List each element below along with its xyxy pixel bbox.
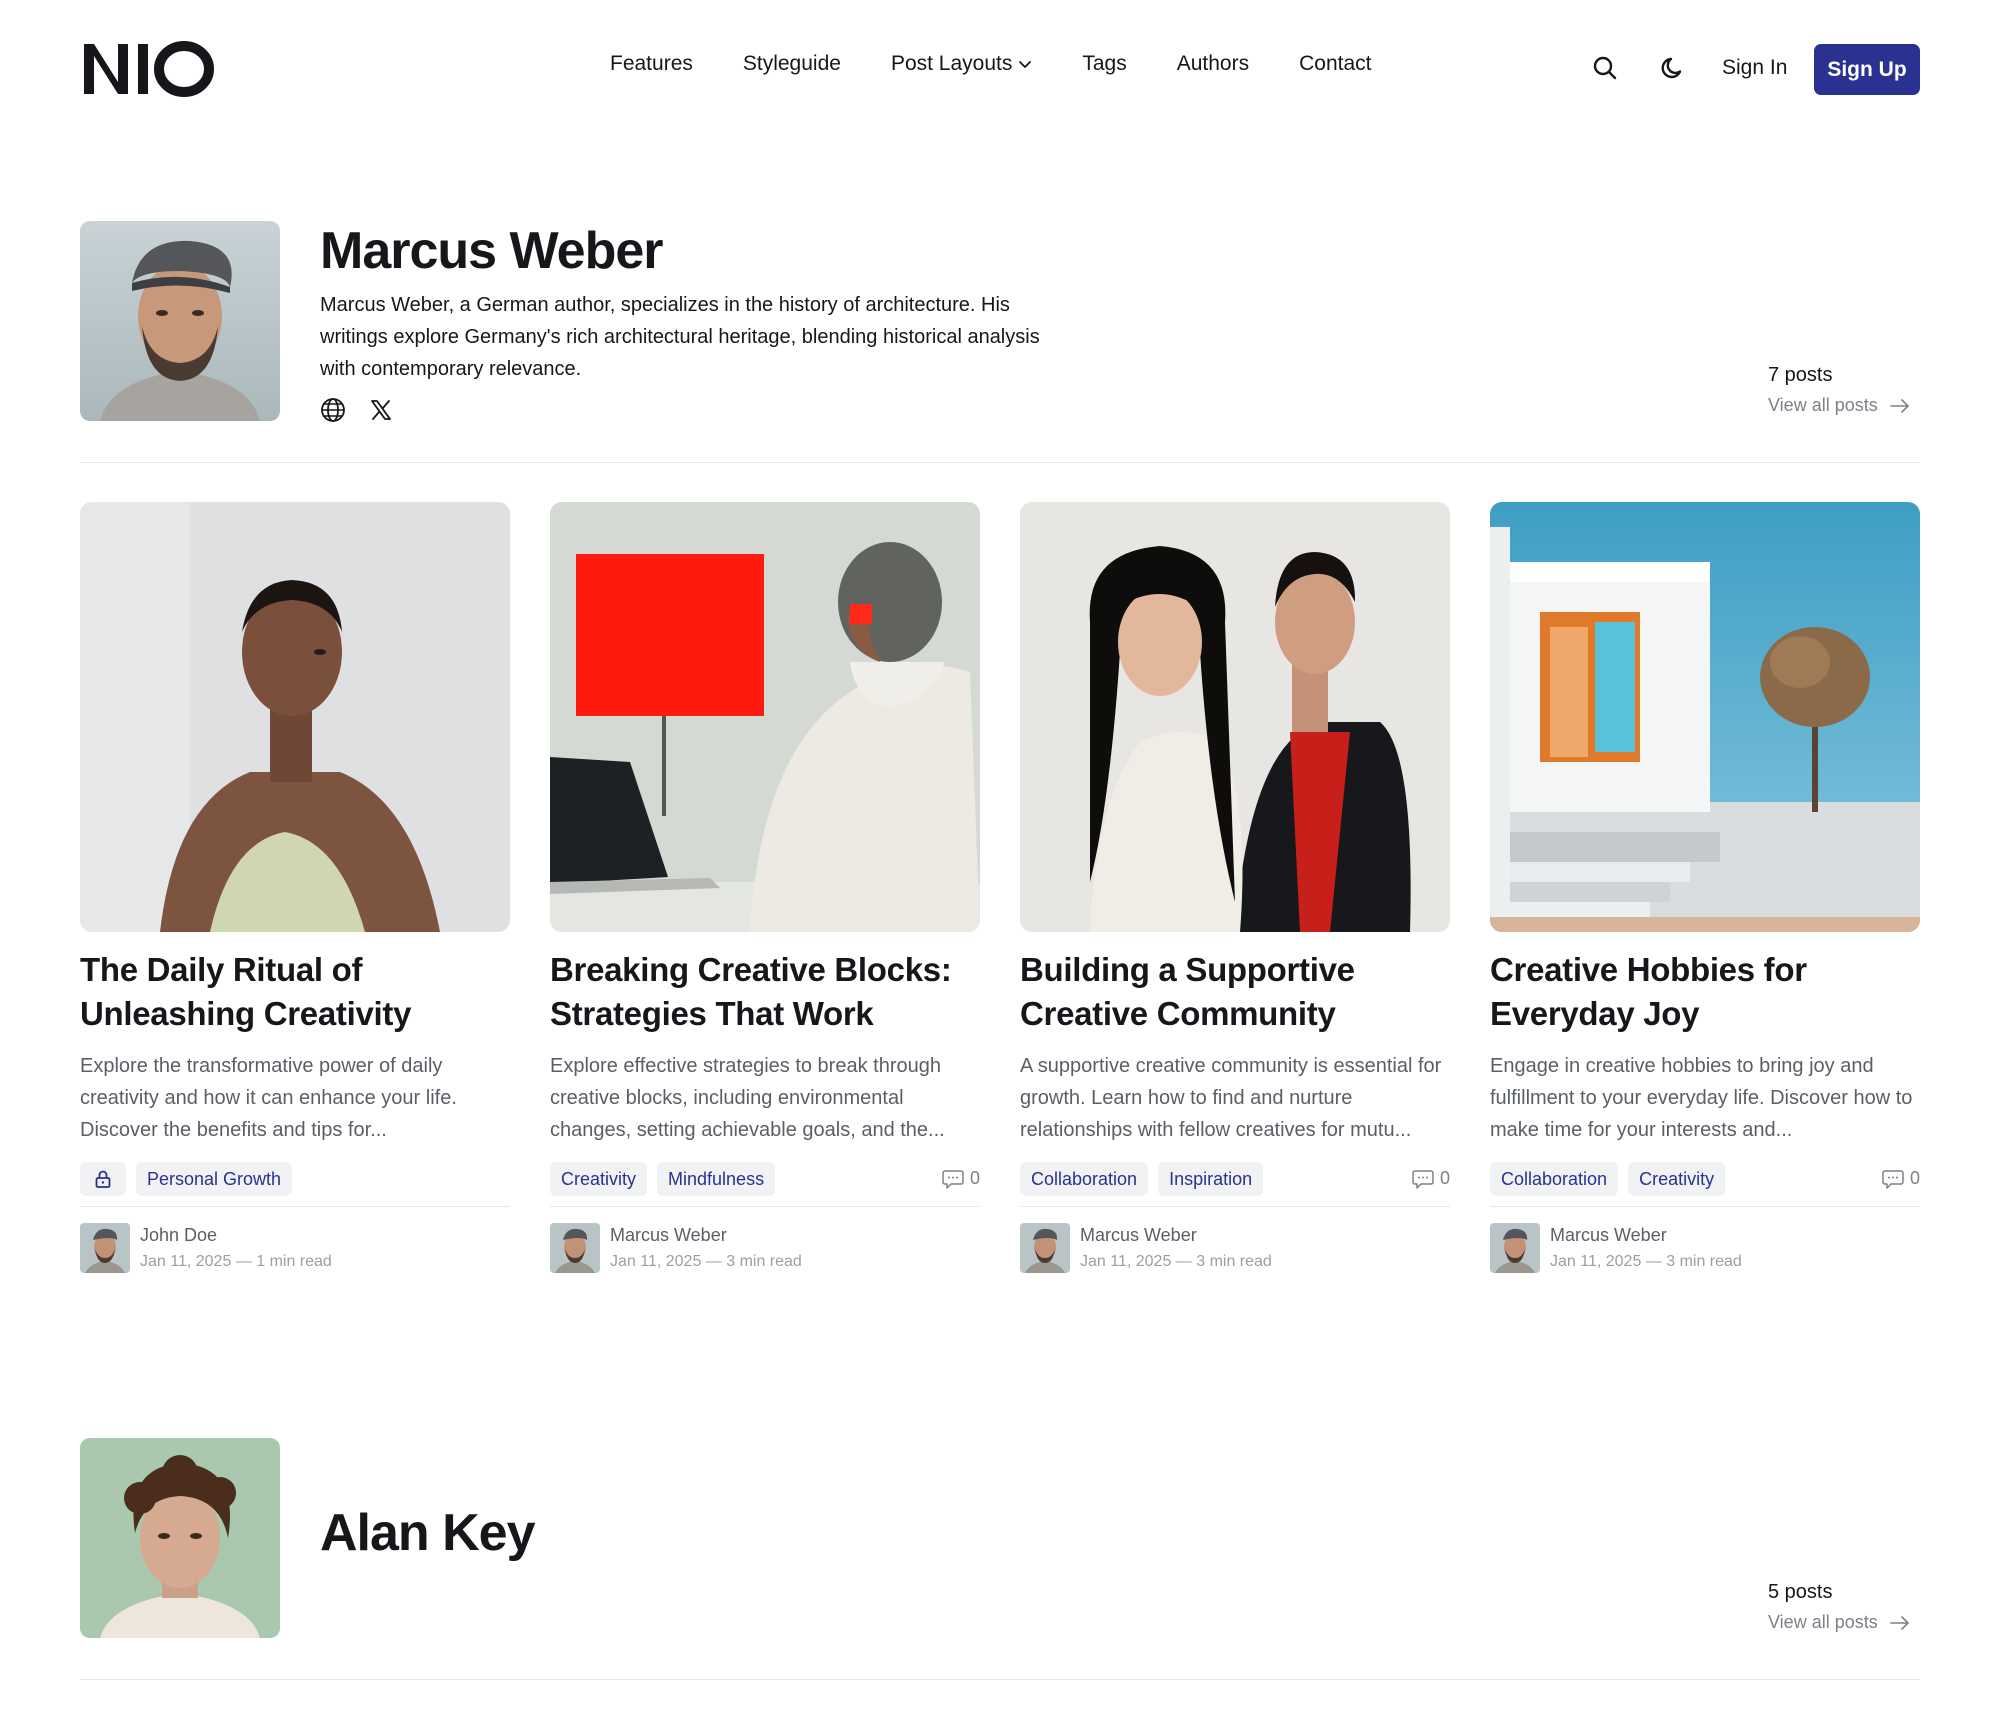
comment-count-value: 0 bbox=[1439, 1168, 1450, 1188]
post-date-readtime: Jan 11, 2025 — 3 min read bbox=[1550, 1253, 1742, 1270]
sign-in-link[interactable]: Sign In bbox=[1722, 56, 1787, 80]
post-author: Marcus Weber Jan 11, 2025 — 3 min read bbox=[550, 1223, 980, 1273]
section-divider bbox=[80, 1679, 1920, 1680]
nav-post-layouts[interactable]: Post Layouts bbox=[891, 52, 1032, 76]
post-meta-row: Creativity Mindfulness 0 bbox=[550, 1162, 980, 1207]
author-avatar-small[interactable] bbox=[550, 1223, 600, 1273]
post-date-readtime: Jan 11, 2025 — 3 min read bbox=[610, 1253, 802, 1270]
post-card: Building a Supportive Creative Community… bbox=[1020, 502, 1450, 1273]
nav-authors[interactable]: Authors bbox=[1177, 52, 1249, 76]
comment-count[interactable]: 0 bbox=[1412, 1168, 1450, 1189]
sign-up-button[interactable]: Sign Up bbox=[1814, 44, 1920, 95]
post-image[interactable] bbox=[1490, 502, 1920, 932]
arrow-right-icon bbox=[1889, 398, 1909, 413]
dark-mode-moon-icon[interactable] bbox=[1660, 55, 1686, 81]
chevron-down-icon bbox=[1019, 61, 1032, 68]
post-author: Marcus Weber Jan 11, 2025 — 3 min read bbox=[1020, 1223, 1450, 1273]
nav-contact-label: Contact bbox=[1299, 52, 1372, 75]
globe-icon[interactable] bbox=[320, 397, 346, 423]
comment-count-value: 0 bbox=[1909, 1168, 1920, 1188]
author-avatar[interactable] bbox=[80, 221, 280, 421]
tag-inspiration[interactable]: Inspiration bbox=[1158, 1162, 1264, 1196]
post-card: Creative Hobbies for Everyday Joy Engage… bbox=[1490, 502, 1920, 1273]
comment-icon bbox=[942, 1169, 964, 1189]
post-tags: Personal Growth bbox=[80, 1162, 293, 1196]
tag-creativity[interactable]: Creativity bbox=[550, 1162, 648, 1196]
nav-authors-label: Authors bbox=[1176, 52, 1250, 75]
section-divider bbox=[80, 462, 1920, 463]
post-author-name[interactable]: John Doe bbox=[140, 1225, 217, 1246]
site-header: Features Styleguide Post Layouts Tags Au… bbox=[80, 0, 1920, 140]
author-name[interactable]: Marcus Weber bbox=[320, 221, 664, 281]
nav-tags[interactable]: Tags bbox=[1082, 52, 1126, 76]
post-title[interactable]: Building a Supportive Creative Community bbox=[1020, 948, 1450, 1036]
tag-personal-growth[interactable]: Personal Growth bbox=[136, 1162, 293, 1196]
view-all-label: View all posts bbox=[1768, 395, 1878, 415]
comment-count[interactable]: 0 bbox=[942, 1168, 980, 1189]
tag-collaboration[interactable]: Collaboration bbox=[1490, 1162, 1619, 1196]
comment-count[interactable]: 0 bbox=[1882, 1168, 1920, 1189]
post-grid: The Daily Ritual of Unleashing Creativit… bbox=[80, 502, 1920, 1282]
author-socials bbox=[320, 397, 394, 423]
post-tags: Collaboration Creativity bbox=[1490, 1162, 1726, 1196]
author-avatar[interactable] bbox=[80, 1438, 280, 1638]
post-image[interactable] bbox=[80, 502, 510, 932]
nav-features[interactable]: Features bbox=[610, 52, 693, 76]
site-logo[interactable] bbox=[80, 38, 214, 98]
post-title[interactable]: The Daily Ritual of Unleashing Creativit… bbox=[80, 948, 510, 1036]
post-meta-row: Collaboration Creativity 0 bbox=[1490, 1162, 1920, 1207]
author-avatar-small[interactable] bbox=[1490, 1223, 1540, 1273]
tag-collaboration[interactable]: Collaboration bbox=[1020, 1162, 1149, 1196]
view-all-posts-link[interactable]: View all posts bbox=[1768, 1612, 1910, 1633]
nav-tags-label: Tags bbox=[1082, 52, 1127, 75]
view-all-label: View all posts bbox=[1768, 1612, 1878, 1632]
post-title[interactable]: Breaking Creative Blocks: Strategies Tha… bbox=[550, 948, 980, 1036]
author-profile-marcus-weber: Marcus Weber Marcus Weber, a German auth… bbox=[80, 221, 1920, 423]
nav-styleguide-label: Styleguide bbox=[742, 52, 841, 75]
comment-icon bbox=[1882, 1169, 1904, 1189]
post-author: Marcus Weber Jan 11, 2025 — 3 min read bbox=[1490, 1223, 1920, 1273]
tag-creativity[interactable]: Creativity bbox=[1628, 1162, 1726, 1196]
post-author-name[interactable]: Marcus Weber bbox=[1550, 1225, 1667, 1246]
post-image[interactable] bbox=[1020, 502, 1450, 932]
members-only-lock-icon[interactable] bbox=[80, 1162, 126, 1196]
nav-styleguide[interactable]: Styleguide bbox=[743, 52, 841, 76]
author-profile-alan-key: Alan Key 5 posts View all posts bbox=[80, 1438, 1920, 1638]
x-icon[interactable] bbox=[368, 397, 394, 423]
search-icon[interactable] bbox=[1592, 55, 1618, 81]
post-title[interactable]: Creative Hobbies for Everyday Joy bbox=[1490, 948, 1920, 1036]
post-author: John Doe Jan 11, 2025 — 1 min read bbox=[80, 1223, 510, 1273]
arrow-right-icon bbox=[1889, 1615, 1909, 1630]
post-excerpt: Explore effective strategies to break th… bbox=[550, 1055, 945, 1141]
author-bio: Marcus Weber, a German author, specializ… bbox=[320, 294, 1040, 380]
post-excerpt: A supportive creative community is essen… bbox=[1020, 1055, 1442, 1141]
view-all-posts-link[interactable]: View all posts bbox=[1768, 395, 1910, 416]
author-post-count: 5 posts bbox=[1768, 1581, 1833, 1603]
post-tags: Creativity Mindfulness bbox=[550, 1162, 776, 1196]
author-post-count: 7 posts bbox=[1768, 364, 1833, 386]
comment-count-value: 0 bbox=[969, 1168, 980, 1188]
nav-post-layouts-label: Post Layouts bbox=[890, 52, 1013, 75]
nav-contact[interactable]: Contact bbox=[1299, 52, 1371, 76]
post-card: The Daily Ritual of Unleashing Creativit… bbox=[80, 502, 510, 1273]
nav-features-label: Features bbox=[610, 52, 693, 75]
author-avatar-small[interactable] bbox=[80, 1223, 130, 1273]
post-date-readtime: Jan 11, 2025 — 3 min read bbox=[1080, 1253, 1272, 1270]
author-avatar-small[interactable] bbox=[1020, 1223, 1070, 1273]
main-nav: Features Styleguide Post Layouts Tags Au… bbox=[610, 52, 1421, 76]
post-meta-row: Collaboration Inspiration 0 bbox=[1020, 1162, 1450, 1207]
post-author-name[interactable]: Marcus Weber bbox=[610, 1225, 727, 1246]
post-card: Breaking Creative Blocks: Strategies Tha… bbox=[550, 502, 980, 1273]
author-name[interactable]: Alan Key bbox=[320, 1503, 536, 1563]
post-tags: Collaboration Inspiration bbox=[1020, 1162, 1264, 1196]
post-image[interactable] bbox=[550, 502, 980, 932]
post-date-readtime: Jan 11, 2025 — 1 min read bbox=[140, 1253, 332, 1270]
post-excerpt: Explore the transformative power of dail… bbox=[80, 1055, 457, 1141]
comment-icon bbox=[1412, 1169, 1434, 1189]
post-author-name[interactable]: Marcus Weber bbox=[1080, 1225, 1197, 1246]
post-excerpt: Engage in creative hobbies to bring joy … bbox=[1490, 1055, 1913, 1141]
post-meta-row: Personal Growth bbox=[80, 1162, 510, 1207]
tag-mindfulness[interactable]: Mindfulness bbox=[657, 1162, 776, 1196]
